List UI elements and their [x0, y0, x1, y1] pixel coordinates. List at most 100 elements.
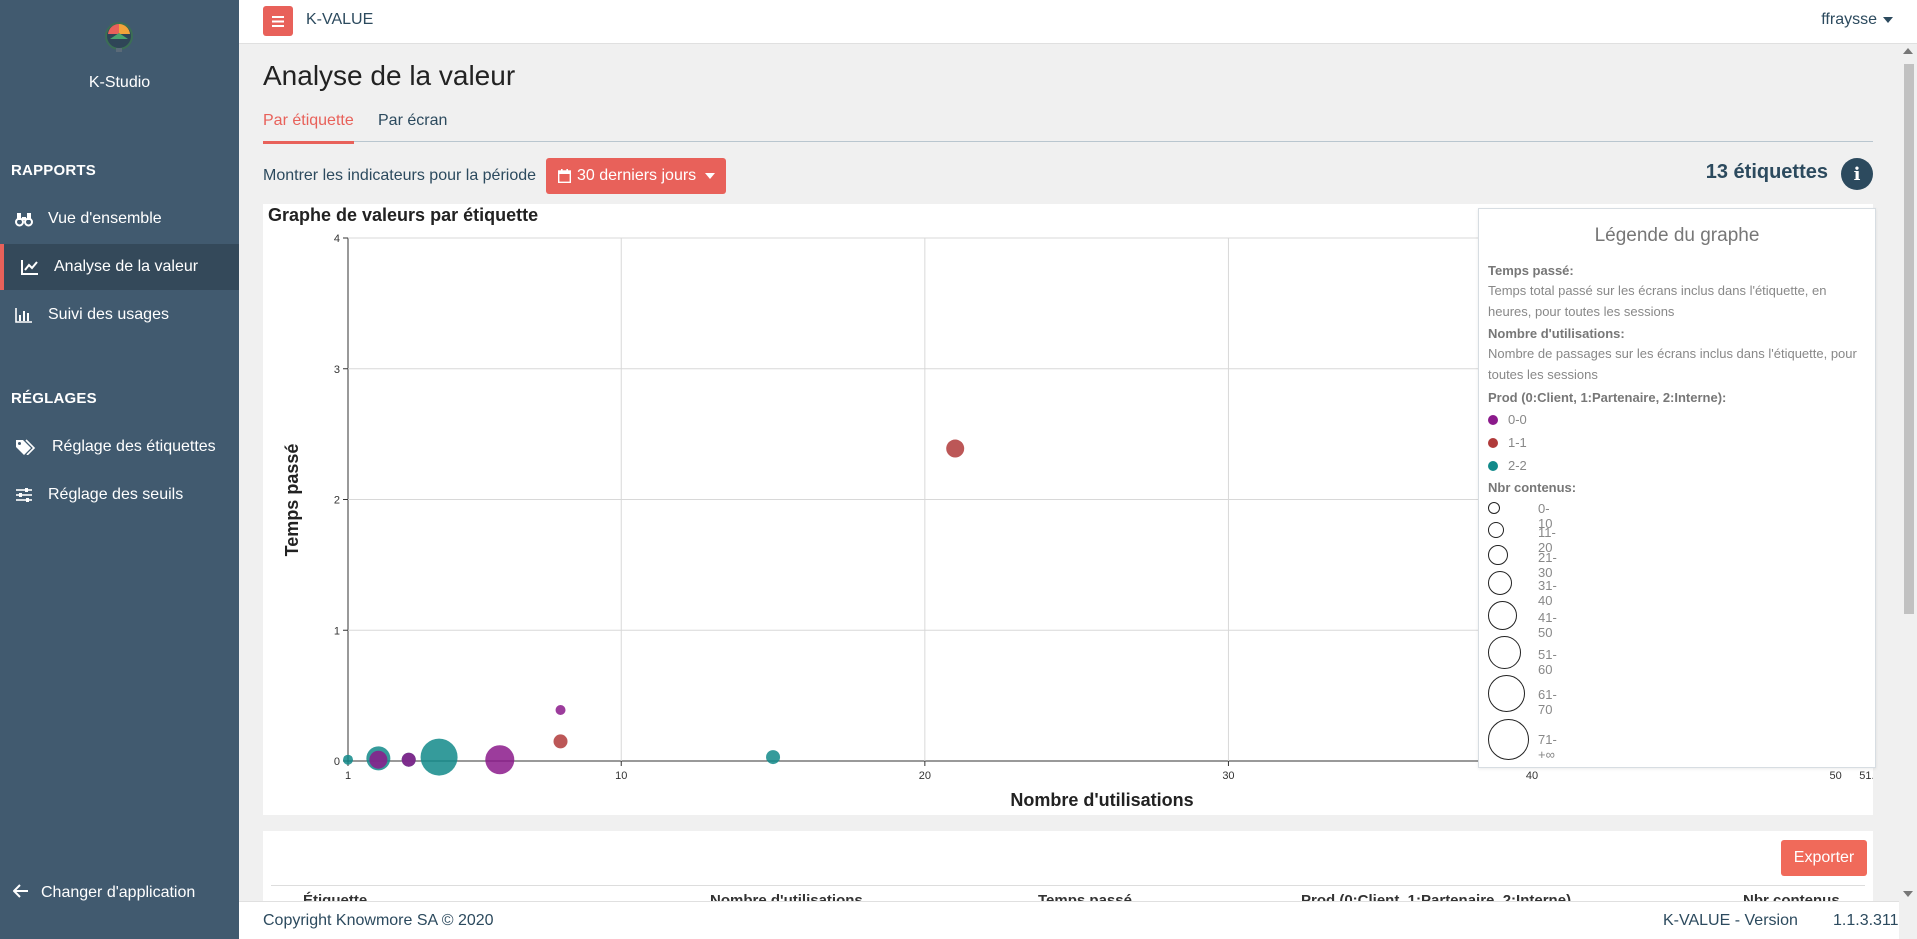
- section-settings: RÉGLAGES: [11, 390, 97, 407]
- topbar: K-VALUE ffraysse: [239, 0, 1917, 44]
- scrollbar-thumb[interactable]: [1904, 64, 1914, 614]
- footer: Copyright Knowmore SA © 2020 K-VALUE - V…: [239, 901, 1899, 939]
- x-tick-label: 30: [1222, 770, 1234, 782]
- legend-uses-text: Nombre de passages sur les écrans inclus…: [1488, 346, 1857, 382]
- page-title: Analyse de la valeur: [263, 60, 516, 91]
- data-point: [369, 750, 388, 769]
- user-menu[interactable]: ffraysse: [1821, 11, 1893, 29]
- legend-size-label: 41-50: [1538, 610, 1557, 640]
- legend-prod-title: Prod (0:Client, 1:Partenaire, 2:Interne)…: [1488, 390, 1727, 405]
- scroll-up-icon[interactable]: [1903, 48, 1913, 54]
- sidebar-item-label: Analyse de la valeur: [54, 258, 199, 275]
- size-circle: [1488, 601, 1517, 630]
- legend-size-label: 31-40: [1538, 578, 1557, 608]
- legend-size-label: 61-70: [1538, 687, 1557, 717]
- app-title: K-VALUE: [306, 11, 374, 28]
- chart-legend-panel: Légende du graphe Temps passé: Temps tot…: [1478, 208, 1876, 768]
- data-point: [555, 705, 566, 716]
- data-point: [401, 752, 416, 767]
- y-axis-label: Temps passé: [282, 444, 302, 557]
- size-circle: [1488, 545, 1508, 565]
- brand-name: K-Studio: [88, 74, 151, 91]
- legend-time-title: Temps passé:: [1488, 263, 1574, 278]
- x-tick-label: 20: [919, 770, 931, 782]
- arrow-left-icon: [12, 883, 29, 903]
- legend-prod-item: 2-2: [1488, 458, 1527, 473]
- data-point: [343, 754, 353, 765]
- y-tick-label: 2: [334, 495, 340, 507]
- k-studio-logo: [105, 22, 133, 52]
- y-tick-label: 4: [334, 233, 340, 245]
- sidebar-item-label: Réglage des étiquettes: [52, 438, 216, 455]
- data-point: [946, 439, 965, 458]
- table-header-contents[interactable]: Nbr contenus: [1743, 892, 1840, 901]
- legend-prod-item: 1-1: [1488, 435, 1527, 450]
- change-application-link[interactable]: Changer d'application: [0, 870, 239, 916]
- caret-down-icon: [705, 173, 716, 179]
- legend-prod-label: 0-0: [1508, 412, 1527, 427]
- section-reports: RAPPORTS: [11, 162, 96, 179]
- tab-by-screen[interactable]: Par écran: [378, 112, 447, 130]
- sidebar-item-overview[interactable]: Vue d'ensemble: [0, 196, 239, 242]
- data-point: [420, 738, 458, 776]
- chart-points: [343, 272, 1511, 776]
- period-value: 30 derniers jours: [577, 167, 697, 184]
- size-circle: [1488, 502, 1500, 514]
- y-tick-label: 3: [334, 364, 340, 376]
- sidebar-item-label: Réglage des seuils: [48, 486, 184, 503]
- scrollbar[interactable]: [1899, 44, 1917, 901]
- size-circle: [1488, 522, 1504, 538]
- size-circle: [1488, 719, 1529, 760]
- tag-count: 13 étiquettes: [1705, 161, 1828, 183]
- table-header-uses[interactable]: Nombre d'utilisations: [710, 892, 863, 901]
- sidebar-item-usage[interactable]: Suivi des usages: [0, 292, 239, 338]
- sidebar-item-label: Vue d'ensemble: [48, 210, 162, 227]
- table-header-tag[interactable]: Étiquette: [303, 892, 367, 901]
- change-application-label: Changer d'application: [41, 884, 196, 901]
- sidebar-item-thresholds-settings[interactable]: Réglage des seuils: [0, 472, 239, 518]
- x-tick-label: 10: [615, 770, 627, 782]
- table-card: Exporter Étiquette Nombre d'utilisations…: [263, 831, 1873, 901]
- table-divider: [271, 885, 1865, 886]
- data-point: [766, 750, 781, 765]
- period-dropdown-button[interactable]: 30 derniers jours: [546, 158, 726, 194]
- sliders-icon: [14, 485, 34, 505]
- legend-dot: [1488, 437, 1498, 448]
- x-tick-label: 1: [345, 770, 351, 782]
- scroll-down-icon[interactable]: [1903, 891, 1913, 897]
- line-chart-icon: [20, 257, 40, 277]
- legend-dot: [1488, 460, 1498, 471]
- sidebar-item-label: Suivi des usages: [48, 306, 169, 323]
- x-axis-label: Nombre d'utilisations: [1010, 790, 1193, 810]
- size-circle: [1488, 675, 1525, 712]
- export-button[interactable]: Exporter: [1781, 840, 1867, 876]
- y-tick-label: 1: [334, 625, 340, 637]
- data-point: [485, 745, 515, 775]
- user-name: ffraysse: [1821, 11, 1877, 28]
- menu-toggle-button[interactable]: [263, 6, 293, 36]
- sidebar-item-tags-settings[interactable]: Réglage des étiquettes: [0, 424, 239, 470]
- x-tick-label: 40: [1526, 770, 1538, 782]
- bar-chart-icon: [14, 305, 34, 325]
- info-icon: i: [1853, 163, 1861, 185]
- tab-by-tag[interactable]: Par étiquette: [263, 112, 354, 144]
- table-header-prod[interactable]: Prod (0:Client, 1:Partenaire, 2:Interne): [1301, 892, 1571, 901]
- legend-uses-title: Nombre d'utilisations:: [1488, 326, 1625, 341]
- y-tick-label: 0: [334, 756, 340, 768]
- info-button[interactable]: i: [1841, 158, 1873, 190]
- legend-prod-label: 2-2: [1508, 458, 1527, 473]
- sidebar-item-value-analysis[interactable]: Analyse de la valeur: [0, 244, 239, 290]
- legend-size-label: 51-60: [1538, 647, 1557, 677]
- sidebar: K-Studio RAPPORTS Vue d'ensemble Analyse…: [0, 0, 239, 939]
- legend-prod-label: 1-1: [1508, 435, 1527, 450]
- data-point: [553, 734, 568, 749]
- hamburger-icon: [272, 15, 284, 27]
- table-header-time[interactable]: Temps passé: [1038, 892, 1132, 901]
- legend-size-label: 71-+∞: [1538, 732, 1557, 762]
- legend-dot: [1488, 414, 1498, 425]
- legend-size-title: Nbr contenus:: [1488, 480, 1577, 495]
- size-circle: [1488, 636, 1521, 669]
- binoculars-icon: [14, 209, 34, 229]
- size-circle: [1488, 571, 1512, 595]
- legend-time-text: Temps total passé sur les écrans inclus …: [1488, 283, 1827, 319]
